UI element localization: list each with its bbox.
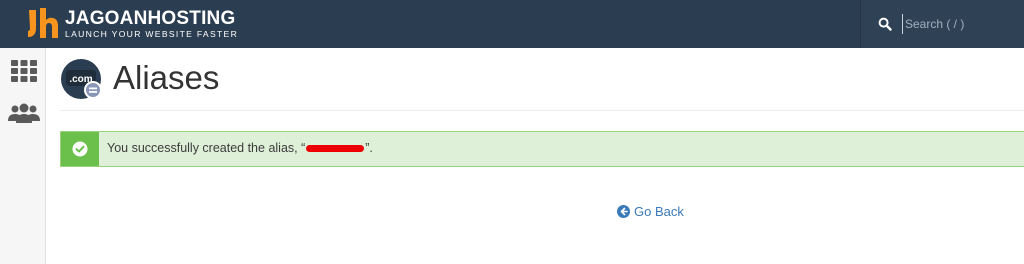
search-icon xyxy=(878,17,892,31)
brand-text: JAGOANHOSTING LAUNCH YOUR WEBSITE FASTER xyxy=(65,9,238,40)
domain-alias-icon: .com xyxy=(60,58,104,102)
sidebar xyxy=(0,48,46,264)
check-circle-icon xyxy=(72,141,88,157)
brand-name: JAGOANHOSTING xyxy=(65,7,236,29)
sidebar-item-apps[interactable] xyxy=(8,56,40,86)
success-alert: You successfully created the alias, “ ”. xyxy=(60,131,1024,167)
brand-logo-mark xyxy=(25,6,61,42)
brand-tagline: LAUNCH YOUR WEBSITE FASTER xyxy=(65,28,239,39)
sidebar-item-users[interactable] xyxy=(8,98,40,128)
go-back-link[interactable]: Go Back xyxy=(617,204,684,219)
search-input[interactable] xyxy=(902,14,1022,34)
grid-icon xyxy=(11,60,37,82)
go-back-label: Go Back xyxy=(634,204,684,219)
top-bar: JAGOANHOSTING LAUNCH YOUR WEBSITE FASTER xyxy=(0,0,1024,48)
search-box xyxy=(860,0,1024,48)
alert-message-suffix: ”. xyxy=(365,141,373,155)
alert-message: You successfully created the alias, “ ”. xyxy=(107,141,373,155)
arrow-left-circle-icon xyxy=(617,205,630,218)
redacted-alias xyxy=(306,145,365,153)
users-icon xyxy=(8,103,40,123)
page-title: Aliases xyxy=(113,59,220,96)
brand-logo[interactable]: JAGOANHOSTING LAUNCH YOUR WEBSITE FASTER xyxy=(25,6,238,42)
header-divider xyxy=(60,110,1024,111)
alert-message-prefix: You successfully created the alias, “ xyxy=(107,141,306,155)
alert-icon-box xyxy=(61,132,99,166)
